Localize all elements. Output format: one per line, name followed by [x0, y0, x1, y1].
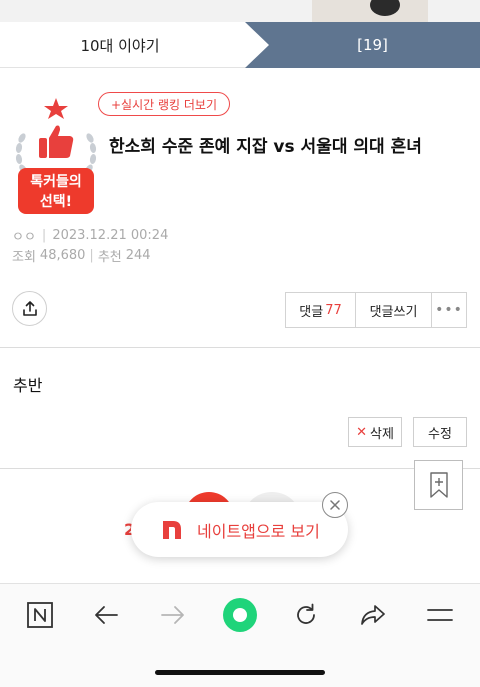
reload-icon [297, 603, 315, 624]
realtime-ranking-link[interactable]: +실시간 랭킹 더보기 [98, 92, 231, 116]
back-arrow-icon [95, 606, 118, 624]
share-page-button[interactable] [353, 598, 393, 632]
nate-n-icon [27, 602, 53, 628]
more-dots-icon: ••• [435, 302, 463, 318]
bookmark-plus-icon [429, 472, 448, 498]
delete-button[interactable]: ✕ 삭제 [348, 417, 402, 447]
tab-tag[interactable]: [19] [245, 22, 480, 68]
home-indicator [155, 670, 325, 675]
forward-button[interactable] [153, 598, 193, 632]
post-body: 추반 [13, 376, 43, 395]
divider [0, 347, 480, 348]
post-action-group: 댓글 77 댓글쓰기 ••• [285, 292, 467, 328]
likes-count: 244 [125, 248, 151, 263]
post-title: 한소희 수준 존예 지잡 vs 서울대 의대 흔녀 [109, 137, 422, 157]
views-count: 48,680 [39, 248, 86, 263]
meta-separator: | [89, 248, 94, 263]
browser-toolbar [0, 583, 480, 687]
back-button[interactable] [86, 598, 126, 632]
badge-line2: 선택! [40, 193, 72, 210]
home-circle-icon [223, 598, 257, 632]
talkers-choice-badge: 톡커들의 선택! [12, 96, 100, 216]
tab-category[interactable]: 10대 이야기 [0, 22, 270, 68]
comments-count: 77 [325, 302, 342, 318]
write-comment-button[interactable]: 댓글쓰기 [356, 293, 432, 327]
likes-label: 추천 [97, 250, 122, 265]
more-options-button[interactable]: ••• [432, 293, 466, 327]
post-datetime: 2023.12.21 00:24 [52, 228, 169, 243]
badge-line1: 톡커들의 [30, 173, 82, 190]
nate-n-button[interactable] [20, 598, 60, 632]
home-button[interactable] [220, 598, 260, 632]
close-icon [330, 500, 340, 510]
meta-separator: | [41, 228, 47, 243]
bookmark-add-button[interactable] [414, 460, 463, 510]
ranking-link-label: +실시간 랭킹 더보기 [111, 97, 218, 112]
share-button[interactable] [12, 291, 47, 326]
author-name: ㅇㅇ [12, 230, 36, 245]
open-in-app-label: 네이트앱으로 보기 [197, 521, 320, 541]
edit-label: 수정 [428, 426, 452, 442]
banner-image [312, 0, 428, 22]
menu-button[interactable] [420, 598, 460, 632]
post-meta-author: ㅇㅇ | 2023.12.21 00:24 [12, 226, 168, 245]
forward-arrow-icon [161, 606, 184, 624]
share-icon [361, 605, 385, 625]
open-in-app-popup[interactable]: 네이트앱으로 보기 [131, 502, 348, 557]
post-meta-stats: 조회 48,680 | 추천 244 [12, 246, 151, 265]
delete-x-icon: ✕ [356, 424, 367, 440]
edit-button[interactable]: 수정 [413, 417, 467, 447]
category-tabbar: 10대 이야기 [19] [0, 22, 480, 68]
upload-share-icon [22, 300, 37, 316]
popup-close-button[interactable] [322, 492, 348, 518]
top-banner-strip [0, 0, 480, 22]
divider [0, 468, 480, 469]
reload-button[interactable] [286, 598, 326, 632]
laurel-thumbs-up-icon: 톡커들의 선택! [15, 98, 97, 214]
nate-logo-icon [163, 520, 181, 539]
menu-icon [427, 609, 453, 621]
tab-tag-label: [19] [357, 36, 388, 54]
comments-button[interactable]: 댓글 77 [286, 293, 356, 327]
tab-category-label: 10대 이야기 [80, 36, 160, 55]
comments-label: 댓글 [299, 304, 324, 320]
delete-label: 삭제 [369, 426, 394, 442]
views-label: 조회 [12, 250, 36, 265]
write-comment-label: 댓글쓰기 [369, 304, 418, 320]
